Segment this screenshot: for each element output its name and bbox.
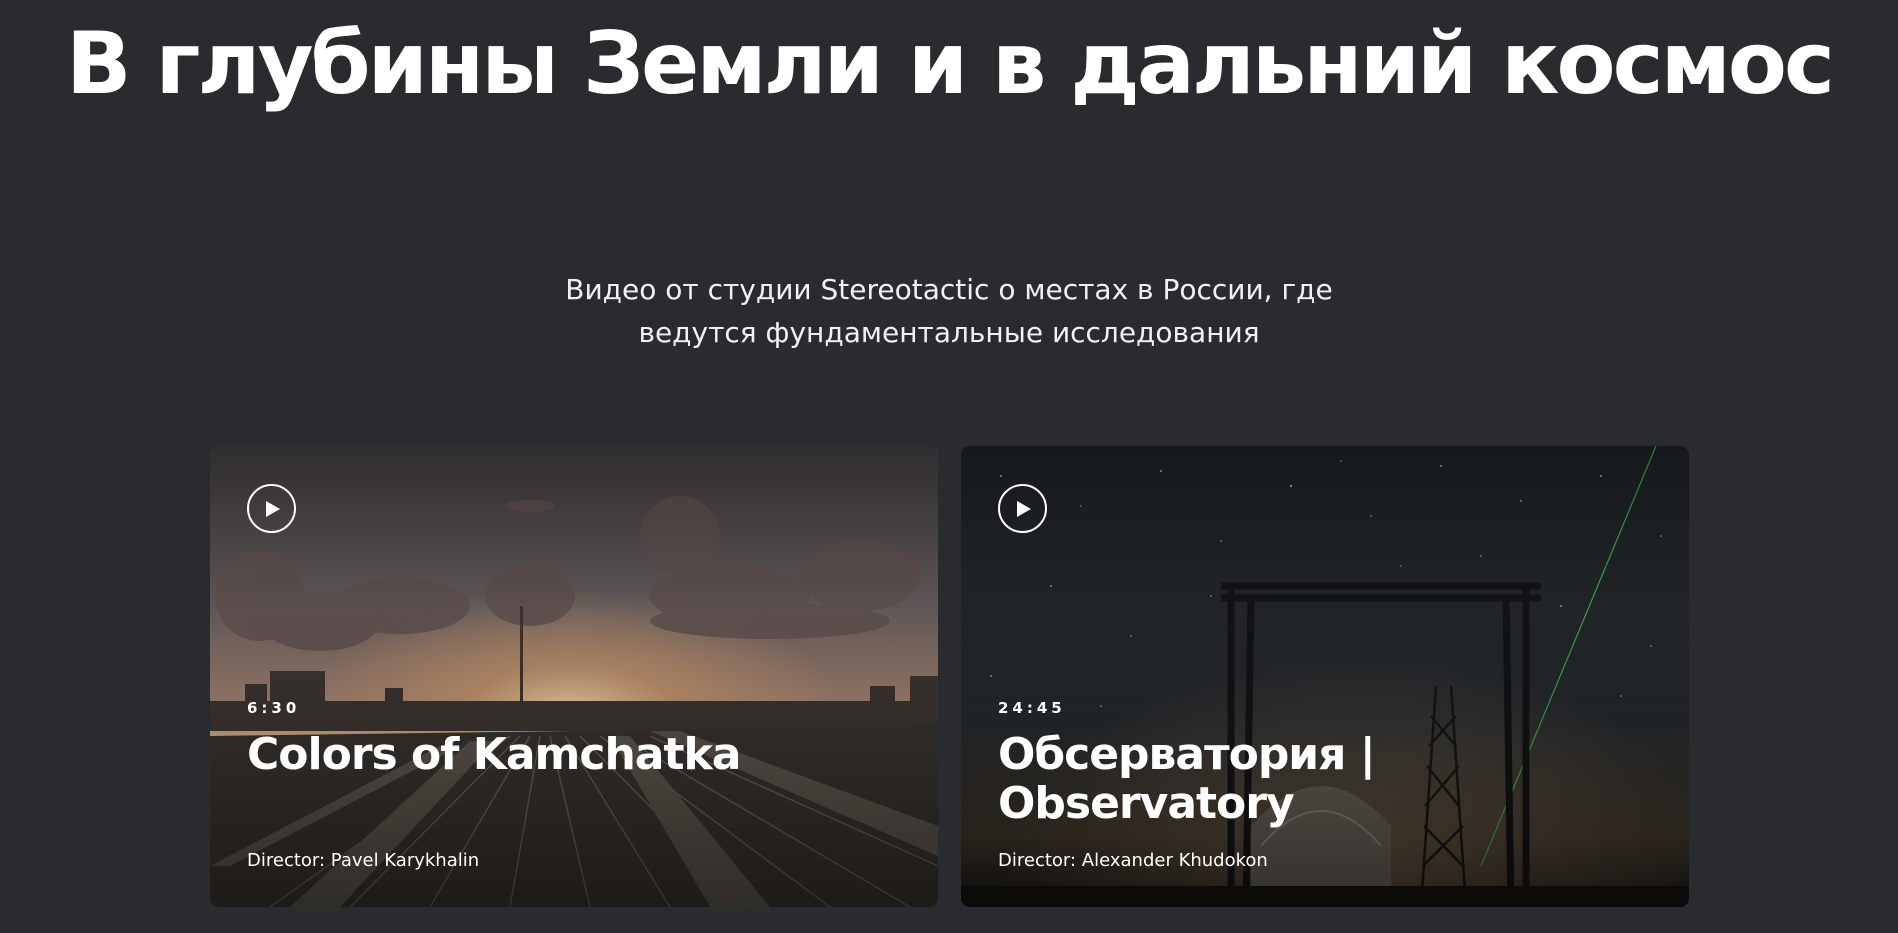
play-icon — [266, 500, 280, 517]
video-duration: 24:45 — [998, 699, 1066, 717]
video-duration: 6:30 — [247, 699, 301, 717]
page-title: В глубины Земли и в дальний космос — [66, 14, 1835, 114]
play-icon — [1017, 500, 1031, 517]
video-card-observatory[interactable]: 24:45 Обсерватория | Observatory Directo… — [961, 446, 1689, 907]
play-button[interactable] — [247, 484, 296, 533]
video-director: Director: Pavel Karykhalin — [247, 850, 480, 871]
video-title[interactable]: Colors of Kamchatka — [247, 730, 867, 779]
video-title[interactable]: Обсерватория | Observatory — [998, 730, 1618, 828]
play-button[interactable] — [998, 484, 1047, 533]
video-director: Director: Alexander Khudokon — [998, 850, 1268, 871]
thumbnail-overlay — [210, 446, 938, 907]
video-card-colors-of-kamchatka[interactable]: 6:30 Colors of Kamchatka Director: Pavel… — [210, 446, 938, 907]
thumbnail-overlay — [961, 446, 1689, 907]
page-subtitle: Видео от студии Stereotactic о местах в … — [565, 273, 1333, 349]
